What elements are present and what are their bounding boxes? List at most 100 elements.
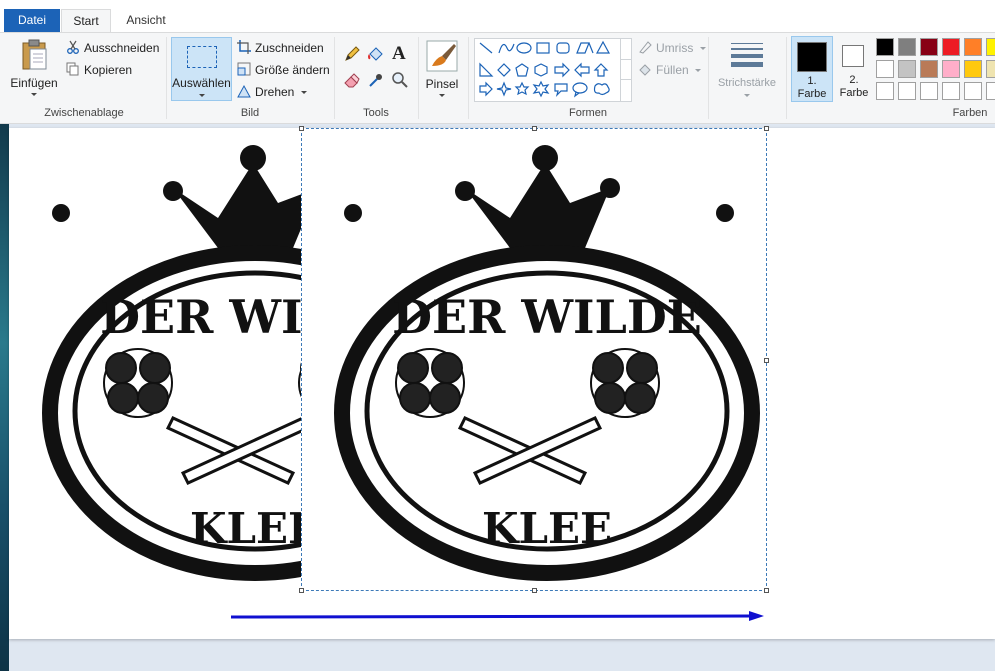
chevron-down-icon	[31, 93, 37, 96]
line-size-button[interactable]: Strichstärke	[713, 37, 781, 101]
ribbon-tab-bar: Datei Start Ansicht	[0, 0, 995, 32]
image-group-label: Bild	[240, 107, 260, 119]
eraser-icon[interactable]	[344, 72, 360, 88]
text-icon[interactable]: A	[392, 43, 406, 65]
brush-icon	[426, 40, 458, 72]
tab-view[interactable]: Ansicht	[118, 9, 174, 32]
color-swatch[interactable]	[876, 60, 894, 78]
color-swatch[interactable]	[986, 38, 995, 56]
gallery-scroll-down[interactable]	[620, 59, 631, 80]
shapes-gallery[interactable]	[474, 38, 632, 102]
crop-icon	[237, 40, 251, 54]
arrow-line	[230, 614, 755, 619]
fill-bucket-icon[interactable]	[367, 46, 384, 62]
desktop-background-strip	[0, 124, 9, 671]
color-swatch[interactable]	[920, 82, 938, 100]
line-size-icon	[731, 43, 763, 67]
color-swatch[interactable]	[964, 82, 982, 100]
clipboard-group-label: Zwischenablage	[44, 107, 124, 119]
color-swatch[interactable]	[942, 38, 960, 56]
color1-button[interactable]: 1. Farbe	[791, 36, 833, 102]
pencil-icon[interactable]	[344, 46, 360, 62]
rotate-label: Drehen	[255, 85, 295, 99]
gallery-scroll-up[interactable]	[620, 39, 631, 59]
color-swatch[interactable]	[964, 60, 982, 78]
crop-button[interactable]: Zuschneiden	[237, 39, 324, 57]
color1-swatch	[797, 42, 827, 72]
color2-button[interactable]: 2. Farbe	[835, 36, 873, 102]
tab-start[interactable]: Start	[61, 9, 111, 32]
resize-button[interactable]: Größe ändern	[237, 61, 330, 79]
color-swatch[interactable]	[964, 38, 982, 56]
rotate-icon	[237, 84, 251, 98]
resize-icon	[237, 62, 251, 76]
group-divider	[786, 37, 787, 119]
cut-button[interactable]: Ausschneiden	[66, 39, 159, 57]
resize-handle-s[interactable]	[532, 588, 537, 593]
resize-label: Größe ändern	[255, 63, 330, 77]
color-swatch[interactable]	[920, 60, 938, 78]
cut-label: Ausschneiden	[84, 41, 160, 55]
color-swatch[interactable]	[920, 38, 938, 56]
scissors-icon	[67, 40, 79, 54]
chevron-down-icon	[744, 94, 750, 97]
rotate-button[interactable]: Drehen	[237, 83, 307, 101]
tools-group-label: Tools	[363, 107, 389, 119]
color-swatch[interactable]	[942, 60, 960, 78]
color-swatch[interactable]	[942, 82, 960, 100]
group-divider	[418, 37, 419, 119]
color-picker-icon[interactable]	[368, 72, 384, 88]
select-button[interactable]: Auswählen	[171, 37, 232, 101]
color-swatch[interactable]	[986, 82, 995, 100]
color-swatch[interactable]	[986, 60, 995, 78]
copy-button[interactable]: Kopieren	[66, 61, 132, 79]
crop-label: Zuschneiden	[255, 41, 324, 55]
brushes-button[interactable]: Pinsel	[421, 37, 463, 101]
fill-icon	[639, 64, 651, 76]
shapes-gallery-icons	[479, 40, 611, 98]
gallery-expand[interactable]	[620, 79, 631, 102]
copy-icon	[66, 62, 79, 76]
color-palette	[876, 38, 995, 104]
resize-handle-se[interactable]	[764, 588, 769, 593]
paste-label: Einfügen	[10, 76, 58, 90]
shapes-group-label: Formen	[569, 107, 607, 119]
color-swatch[interactable]	[898, 82, 916, 100]
outline-icon	[639, 41, 652, 54]
outline-label: Umriss	[656, 41, 694, 55]
fill-button[interactable]: Füllen	[638, 61, 702, 79]
chevron-down-icon	[439, 94, 445, 97]
group-divider	[708, 37, 709, 119]
resize-handle-n[interactable]	[532, 126, 537, 131]
color1-label-num: 1.	[807, 75, 817, 87]
resize-handle-nw[interactable]	[299, 126, 304, 131]
arrow-head	[749, 611, 764, 621]
tab-file[interactable]: Datei	[4, 9, 60, 32]
line-size-label: Strichstärke	[717, 77, 777, 89]
colors-group-label: Farben	[952, 107, 988, 119]
chevron-down-icon	[199, 94, 205, 97]
chevron-down-icon	[300, 91, 307, 94]
resize-handle-ne[interactable]	[764, 126, 769, 131]
paste-icon	[22, 39, 47, 70]
magnifier-icon[interactable]	[391, 71, 408, 88]
color-swatch[interactable]	[876, 82, 894, 100]
outline-button[interactable]: Umriss	[638, 39, 706, 57]
chevron-down-icon	[695, 69, 702, 72]
copy-label: Kopieren	[84, 63, 133, 77]
color1-label: Farbe	[797, 88, 827, 100]
resize-handle-e[interactable]	[764, 358, 769, 363]
color2-swatch	[842, 45, 864, 67]
paste-button[interactable]: Einfügen	[8, 37, 60, 101]
color-swatch[interactable]	[898, 60, 916, 78]
selection-rectangle[interactable]	[299, 126, 769, 593]
resize-handle-sw[interactable]	[299, 588, 304, 593]
color-swatch[interactable]	[898, 38, 916, 56]
chevron-down-icon	[699, 47, 706, 50]
select-label: Auswählen	[172, 76, 231, 90]
fill-label: Füllen	[656, 63, 689, 77]
brushes-label: Pinsel	[425, 77, 459, 91]
color2-label-num: 2.	[849, 74, 859, 86]
color-swatch[interactable]	[876, 38, 894, 56]
selection-icon	[187, 46, 217, 68]
